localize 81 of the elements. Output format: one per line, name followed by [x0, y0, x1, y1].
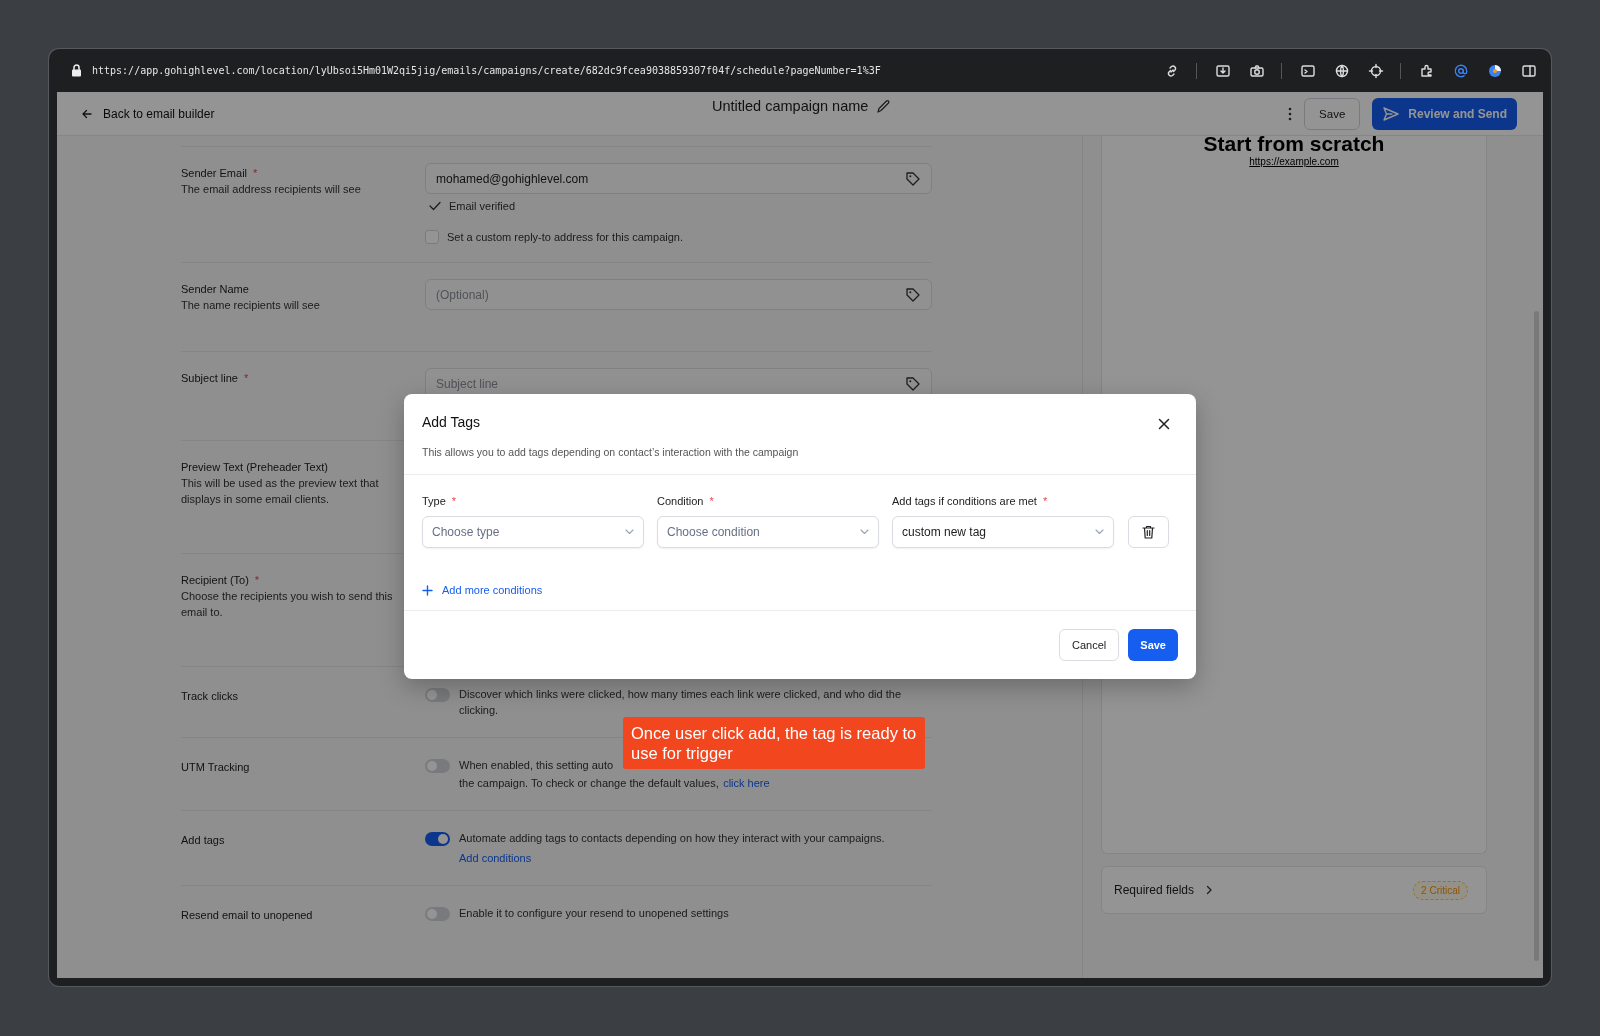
toggle-switch[interactable]: [425, 907, 450, 921]
field-label: Sender Email: [181, 167, 248, 179]
field-label: UTM Tracking: [181, 761, 250, 773]
sidebar-icon[interactable]: [1521, 62, 1537, 79]
campaign-title: Untitled campaign name: [712, 98, 869, 114]
chevron-down-icon: [860, 529, 869, 535]
checkbox[interactable]: [425, 230, 439, 244]
dialog-description: This allows you to add tags depending on contact’s interaction with the campaign: [422, 446, 800, 458]
dropdown-select[interactable]: custom new tag: [892, 516, 1114, 548]
send-icon: [1382, 105, 1401, 122]
chevron-down-icon: [625, 529, 634, 535]
crosshair-icon[interactable]: [1368, 62, 1384, 79]
field-label: Track clicks: [181, 690, 239, 702]
field-label: Type: [422, 495, 446, 507]
field-label: Subject line: [181, 372, 238, 384]
round-logo-icon[interactable]: [1487, 62, 1503, 79]
add-conditions-link[interactable]: Add conditions: [459, 852, 532, 864]
camera-icon[interactable]: [1249, 62, 1265, 79]
tag-icon[interactable]: [905, 170, 921, 187]
chevron-down-icon: [1095, 529, 1104, 535]
globe-icon[interactable]: [1334, 62, 1350, 79]
more-vertical-icon[interactable]: [1288, 106, 1293, 121]
required-asterisk: *: [243, 372, 249, 384]
critical-badge: 2 Critical: [1413, 880, 1468, 900]
required-asterisk: *: [1042, 495, 1048, 507]
setting-description: When enabled, this setting auto: [459, 758, 614, 773]
setting-description: Enable it to configure your resend to unopened settings: [459, 906, 729, 921]
checkbox-label: Set a custom reply-to address for this campaign.: [447, 231, 683, 243]
field-label: Preview Text (Preheader Text): [181, 461, 328, 473]
required-asterisk: *: [451, 495, 457, 507]
address-bar-url[interactable]: https://app.gohighlevel.com/location/lyUbsoi5Hm01W2qi5jig/emails/campaigns/create/682dc9fcea9038859307f04f/schedule?pageNumber=1%3F: [92, 65, 1146, 76]
arrow-left-icon: [81, 107, 93, 120]
click-here-link[interactable]: click here: [723, 777, 770, 789]
setting-description: the campaign. To check or change the default values,: [459, 777, 719, 789]
puzzle-icon[interactable]: [1419, 62, 1435, 79]
field-label: Recipient (To): [181, 574, 249, 586]
dropdown-select[interactable]: Choose condition: [657, 516, 879, 548]
toggle-switch[interactable]: [425, 832, 450, 846]
delete-button[interactable]: [1128, 516, 1169, 548]
field-label: Condition: [657, 495, 704, 507]
field-hint: The email address recipients will see: [181, 182, 362, 197]
download-box-icon[interactable]: [1215, 62, 1231, 79]
annotation-callout: Once user click add, the tag is ready to use for trigger: [623, 717, 925, 769]
required-asterisk: *: [254, 574, 260, 586]
preview-link[interactable]: https://example.com: [1249, 156, 1339, 167]
setting-description: Discover which links were clicked, how many times each link were clicked, and who did the clicking.: [459, 687, 903, 718]
setting-description: Automate adding tags to contacts depending on how they interact with your campaigns.: [459, 831, 885, 846]
required-fields-card[interactable]: Required fields 2 Critical: [1101, 866, 1487, 914]
required-fields-label: Required fields: [1114, 883, 1195, 897]
trash-icon: [1142, 525, 1155, 539]
tag-icon[interactable]: [905, 286, 921, 303]
at-sign-icon[interactable]: [1453, 62, 1469, 79]
field-hint: This will be used as the preview text that displays in some email clients.: [181, 476, 380, 507]
plus-icon: [422, 584, 433, 596]
check-icon: [429, 201, 441, 211]
tag-icon[interactable]: [905, 375, 921, 392]
cancel-button[interactable]: Cancel: [1059, 629, 1120, 661]
field-label: Add tags if conditions are met: [892, 495, 1037, 507]
pencil-icon[interactable]: [876, 98, 892, 114]
terminal-icon[interactable]: [1300, 62, 1316, 79]
field-label: Resend email to unopened: [181, 909, 313, 921]
required-asterisk: *: [709, 495, 714, 507]
field-label: Sender Name: [181, 283, 249, 295]
field-hint: Choose the recipients you wish to send this email to.: [181, 589, 394, 620]
preview-heading: Start from scratch: [1203, 132, 1385, 156]
review-and-send-button[interactable]: Review and Send: [1372, 97, 1517, 130]
field-label: Add tags: [181, 834, 225, 846]
close-icon[interactable]: [1158, 418, 1170, 430]
save-button[interactable]: Save: [1128, 629, 1178, 661]
lock-icon: [71, 64, 82, 77]
back-link[interactable]: Back to email builder: [81, 106, 215, 121]
toggle-switch[interactable]: [425, 688, 450, 702]
verified-status: Email verified: [449, 200, 516, 212]
text-input-field[interactable]: mohamed@gohighlevel.com: [425, 163, 932, 194]
toggle-switch[interactable]: [425, 759, 450, 773]
dropdown-select[interactable]: Choose type: [422, 516, 644, 548]
required-asterisk: *: [253, 167, 258, 179]
dialog-title: Add Tags: [422, 414, 481, 430]
save-button[interactable]: Save: [1304, 97, 1361, 130]
field-hint: The name recipients will see: [181, 298, 321, 313]
add-more-conditions-link[interactable]: Add more conditions: [422, 584, 543, 596]
